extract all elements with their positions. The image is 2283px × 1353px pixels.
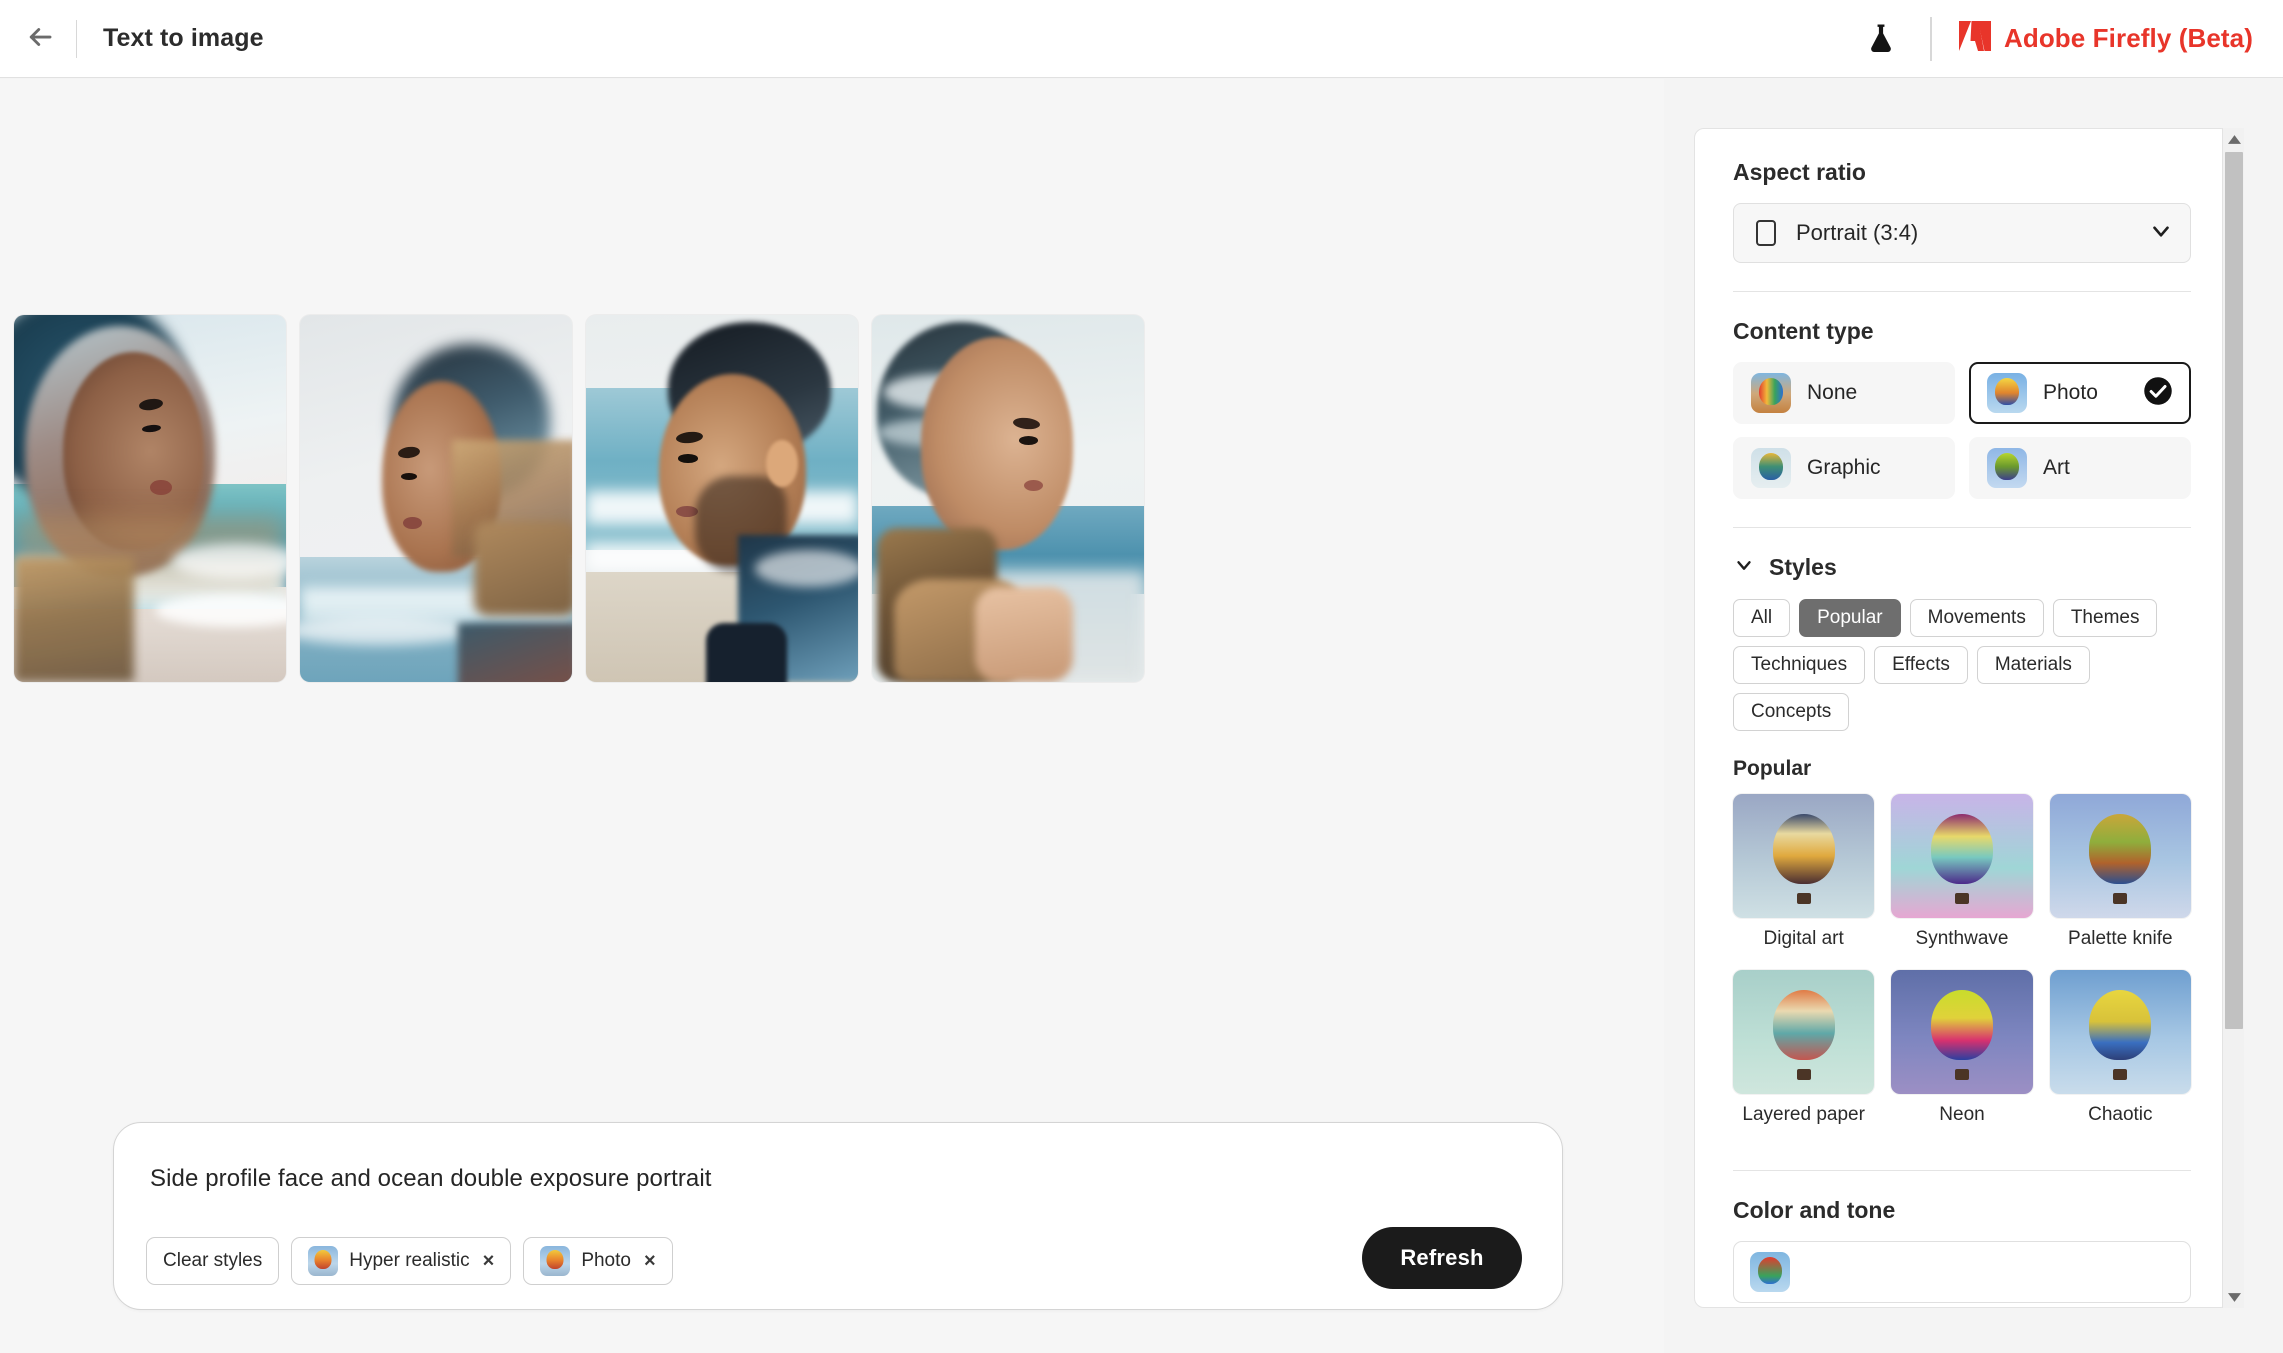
style-filter-all[interactable]: All — [1733, 599, 1791, 637]
settings-panel: Aspect ratio Portrait (3:4) Content type… — [1694, 128, 2230, 1308]
generated-images-grid — [14, 315, 1144, 682]
content-type-label: Art — [2043, 456, 2070, 479]
caret-down-icon[interactable] — [2223, 1286, 2245, 1308]
style-item-synthwave[interactable]: Synthwave — [1891, 794, 2033, 966]
style-chip-hyper-realistic[interactable]: Hyper realistic × — [291, 1237, 512, 1285]
content-type-option-none[interactable]: None — [1733, 362, 1955, 424]
prompt-bar: Side profile face and ocean double expos… — [113, 1122, 1563, 1310]
style-group-heading: Popular — [1733, 757, 1812, 780]
results-canvas: Side profile face and ocean double expos… — [0, 79, 1664, 1353]
style-item-label: Neon — [1939, 1104, 1985, 1125]
remove-chip-icon[interactable]: × — [644, 1251, 656, 1271]
divider-1 — [1733, 291, 2191, 292]
style-filter-concepts[interactable]: Concepts — [1733, 693, 1850, 731]
header-right: Adobe Firefly (Beta) — [1858, 16, 2283, 62]
settings-panel-content: Aspect ratio Portrait (3:4) Content type… — [1695, 129, 2229, 1307]
header-divider — [76, 19, 77, 58]
color-and-tone-heading: Color and tone — [1733, 1197, 1896, 1223]
balloon-thumb-icon — [1751, 373, 1791, 413]
flask-icon[interactable] — [1858, 16, 1904, 62]
portrait-rect-icon — [1756, 220, 1776, 246]
style-filter-movements[interactable]: Movements — [1909, 599, 2044, 637]
style-filter-themes[interactable]: Themes — [2052, 599, 2158, 637]
content-type-option-graphic[interactable]: Graphic — [1733, 437, 1955, 499]
balloon-thumb-icon — [1987, 373, 2027, 413]
scrollbar-thumb[interactable] — [2225, 152, 2243, 1029]
prompt-chip-row: Clear styles Hyper realistic × Photo × — [146, 1237, 673, 1285]
style-item-label: Digital art — [1763, 928, 1844, 949]
page-title: Text to image — [103, 24, 264, 52]
content-type-option-photo[interactable]: Photo — [1969, 362, 2191, 424]
back-button[interactable] — [12, 11, 68, 67]
styles-heading: Styles — [1769, 554, 1837, 580]
style-filter-effects[interactable]: Effects — [1874, 646, 1968, 684]
balloon-thumb-icon — [1891, 794, 2033, 918]
chevron-down-icon — [2148, 218, 2174, 249]
header-divider-2 — [1929, 16, 1932, 61]
aspect-ratio-heading: Aspect ratio — [1733, 159, 1866, 185]
color-and-tone-option[interactable] — [1733, 1241, 2191, 1303]
generated-image-2[interactable] — [300, 315, 572, 682]
style-filter-techniques[interactable]: Techniques — [1733, 646, 1866, 684]
style-item-digital-art[interactable]: Digital art — [1733, 794, 1875, 966]
style-item-palette-knife[interactable]: Palette knife — [2049, 794, 2191, 966]
balloon-thumb-icon — [1750, 1252, 1790, 1292]
style-grid: Digital art Synthwave Palette knife Laye… — [1733, 794, 2191, 1142]
aspect-ratio-value: Portrait (3:4) — [1796, 220, 1919, 245]
content-type-label: Photo — [2043, 381, 2098, 404]
balloon-thumb-icon — [1751, 448, 1791, 488]
balloon-thumb-icon — [308, 1246, 339, 1276]
style-item-layered-paper[interactable]: Layered paper — [1733, 970, 1875, 1142]
remove-chip-icon[interactable]: × — [483, 1251, 495, 1271]
content-type-option-art[interactable]: Art — [1969, 437, 2191, 499]
divider-3 — [1733, 1170, 2191, 1171]
clear-styles-button[interactable]: Clear styles — [146, 1237, 280, 1285]
generated-image-4[interactable] — [872, 315, 1144, 682]
brand-name: Adobe Firefly (Beta) — [2003, 23, 2253, 53]
clear-styles-label: Clear styles — [163, 1250, 263, 1271]
style-filter-materials[interactable]: Materials — [1976, 646, 2090, 684]
balloon-thumb-icon — [1733, 970, 1875, 1094]
balloon-thumb-icon — [1733, 794, 1875, 918]
brand-logo[interactable]: Adobe Firefly (Beta) — [1958, 20, 2253, 57]
chevron-down-icon — [1733, 554, 1755, 581]
arrow-left-icon — [25, 22, 55, 55]
style-chip-label: Hyper realistic — [349, 1250, 470, 1271]
balloon-thumb-icon — [540, 1246, 571, 1276]
style-item-label: Layered paper — [1742, 1104, 1865, 1125]
divider-2 — [1733, 527, 2191, 528]
style-item-label: Chaotic — [2088, 1104, 2153, 1125]
style-chip-photo[interactable]: Photo × — [523, 1237, 673, 1285]
style-filter-popular[interactable]: Popular — [1799, 599, 1901, 637]
balloon-thumb-icon — [2049, 970, 2191, 1094]
aspect-ratio-select[interactable]: Portrait (3:4) — [1733, 203, 2191, 263]
style-filter-row: All Popular Movements Themes Techniques … — [1733, 599, 2191, 731]
panel-scrollbar[interactable] — [2222, 128, 2244, 1308]
style-item-label: Synthwave — [1915, 928, 2009, 949]
refresh-button[interactable]: Refresh — [1362, 1227, 1522, 1289]
balloon-thumb-icon — [1987, 448, 2027, 488]
adobe-logo-icon — [1958, 20, 1992, 57]
styles-section-toggle[interactable]: Styles — [1733, 554, 2191, 581]
style-item-neon[interactable]: Neon — [1891, 970, 2033, 1142]
content-type-grid: None Photo Graphic Art — [1733, 362, 2191, 499]
style-chip-label: Photo — [581, 1250, 631, 1271]
content-type-heading: Content type — [1733, 318, 1874, 344]
content-type-label: None — [1807, 381, 1858, 404]
style-item-chaotic[interactable]: Chaotic — [2049, 970, 2191, 1142]
content-type-label: Graphic — [1807, 456, 1881, 479]
balloon-thumb-icon — [2049, 794, 2191, 918]
generated-image-3[interactable] — [586, 315, 858, 682]
style-item-label: Palette knife — [2068, 928, 2173, 949]
app-header: Text to image Adobe Firefly (Beta) — [0, 0, 2283, 78]
generated-image-1[interactable] — [14, 315, 286, 682]
caret-up-icon[interactable] — [2223, 128, 2245, 150]
balloon-thumb-icon — [1891, 970, 2033, 1094]
prompt-input[interactable]: Side profile face and ocean double expos… — [150, 1165, 712, 1193]
check-circle-icon — [2143, 376, 2173, 411]
